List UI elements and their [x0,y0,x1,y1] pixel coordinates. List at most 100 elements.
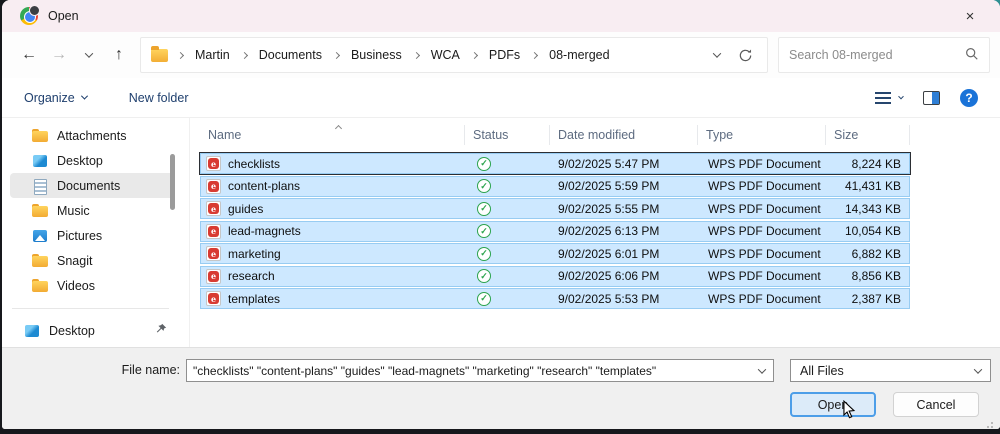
new-folder-label: New folder [128,90,189,105]
sidebar-item-attachments[interactable]: Attachments [10,123,175,148]
preview-pane-icon[interactable] [923,90,940,105]
file-date: 9/02/2025 5:59 PM [558,179,660,193]
search-box [778,37,990,73]
breadcrumb-item[interactable]: 08-merged [547,46,611,64]
column-header-status[interactable]: Status [465,125,550,145]
pdf-file-icon [206,156,221,171]
pdf-file-icon [206,223,221,239]
column-header-name[interactable]: Name [200,125,465,145]
sidebar-item-label: Documents [57,178,121,193]
file-date: 9/02/2025 5:55 PM [558,201,660,216]
open-button[interactable]: Open [790,392,876,417]
chevron-right-icon [240,51,248,59]
status-ok-icon [477,201,491,216]
file-name-input[interactable] [187,363,759,378]
file-type: WPS PDF Document [708,179,821,193]
sidebar-item-videos[interactable]: Videos [10,273,175,298]
organize-button[interactable]: Organize [24,91,88,105]
file-size: 2,387 KB [851,291,901,306]
breadcrumb-item[interactable]: Documents [257,46,324,64]
folder-icon [32,128,48,144]
sidebar-item-desktop[interactable]: Desktop [10,148,175,173]
sidebar-item-label: Attachments [57,128,127,143]
file-size: 41,431 KB [844,179,901,193]
cancel-button[interactable]: Cancel [893,392,979,417]
sidebar-divider [12,308,169,309]
forward-icon[interactable]: → [44,40,74,70]
close-icon[interactable]: × [950,1,990,31]
view-mode-button[interactable] [875,91,904,104]
file-type: WPS PDF Document [708,224,821,238]
navigation-bar: ← → ↑ Martin Documents Business WCA PDFs… [2,32,1000,78]
file-row-templates[interactable]: templates 9/02/2025 5:53 PM WPS PDF Docu… [200,288,910,309]
pdf-file-icon [206,178,221,194]
resize-grip[interactable] [991,422,993,424]
back-icon[interactable]: ← [14,40,44,70]
chevron-down-icon [84,49,94,58]
address-bar[interactable]: Martin Documents Business WCA PDFs 08-me… [140,37,768,73]
recent-locations-icon[interactable] [74,40,104,70]
column-header-date[interactable]: Date modified [550,125,698,145]
search-icon[interactable] [965,47,979,64]
file-date: 9/02/2025 6:13 PM [558,224,660,238]
file-name-label: File name: [121,363,180,377]
chevron-down-icon[interactable] [757,364,767,374]
breadcrumb-item[interactable]: PDFs [487,46,522,64]
breadcrumb-item[interactable]: Business [349,46,404,64]
sidebar-item-desktop-pinned[interactable]: Desktop [10,318,175,343]
title-bar: Open × [2,0,1000,32]
sidebar-item-snagit[interactable]: Snagit [10,248,175,273]
status-ok-icon [477,269,491,283]
file-name: marketing [228,246,281,261]
file-name: lead-magnets [228,224,301,238]
new-folder-button[interactable]: New folder [129,91,189,105]
pdf-file-icon [206,201,221,216]
file-row-guides[interactable]: guides 9/02/2025 5:55 PM WPS PDF Documen… [200,198,910,219]
file-name: checklists [228,156,281,171]
file-list-pane: Name Status Date modified Type Size chec… [190,118,1000,347]
sidebar-item-label: Snagit [57,253,93,268]
sidebar-item-pictures[interactable]: Pictures [10,223,175,248]
file-type-select[interactable]: All Files [790,359,991,382]
chevron-down-icon [80,92,88,100]
up-icon[interactable]: ↑ [104,40,134,70]
column-header-type[interactable]: Type [698,125,826,145]
open-file-dialog: Open × ← → ↑ Martin Documents Business W… [2,0,1000,429]
status-ok-icon [477,224,491,238]
sidebar-item-music[interactable]: Music [10,198,175,223]
sidebar-item-label: Desktop [57,153,103,168]
file-row-research[interactable]: research 9/02/2025 6:06 PM WPS PDF Docum… [200,265,910,287]
file-name-combobox [186,359,774,382]
status-ok-icon [477,291,491,306]
file-name: templates [228,291,281,306]
file-row-lead-magnets[interactable]: lead-magnets 9/02/2025 6:13 PM WPS PDF D… [200,220,910,242]
chevron-down-icon [973,364,983,374]
file-date: 9/02/2025 6:06 PM [558,269,660,283]
file-type: WPS PDF Document [708,156,821,171]
chevron-right-icon [332,51,341,59]
breadcrumb-item[interactable]: WCA [429,46,462,64]
sidebar-scrollbar[interactable] [170,154,175,210]
file-row-content-plans[interactable]: content-plans 9/02/2025 5:59 PM WPS PDF … [200,175,910,197]
help-icon[interactable]: ? [960,88,978,107]
status-ok-icon [477,156,491,171]
file-row-marketing[interactable]: marketing 9/02/2025 6:01 PM WPS PDF Docu… [200,243,910,264]
chrome-app-icon [20,5,40,25]
dialog-content: Attachments Desktop Documents Music Pict… [2,118,1000,347]
search-input[interactable] [789,48,965,62]
pdf-file-icon [206,268,221,284]
address-dropdown-icon[interactable] [712,49,722,58]
mouse-cursor [842,399,857,423]
file-date: 9/02/2025 5:53 PM [558,291,660,306]
column-header-row: Name Status Date modified Type Size [200,120,1000,150]
file-row-checklists[interactable]: checklists 9/02/2025 5:47 PM WPS PDF Doc… [199,152,911,175]
refresh-icon[interactable] [738,48,753,63]
breadcrumb: Martin Documents Business WCA PDFs 08-me… [176,46,612,64]
sidebar-item-documents[interactable]: Documents [10,173,175,198]
breadcrumb-item[interactable]: Martin [193,46,232,64]
window-title: Open [48,9,79,23]
column-header-size[interactable]: Size [826,125,910,145]
sort-ascending-icon [334,120,343,134]
sidebar-item-label: Desktop [49,323,95,338]
chevron-right-icon [412,51,420,59]
